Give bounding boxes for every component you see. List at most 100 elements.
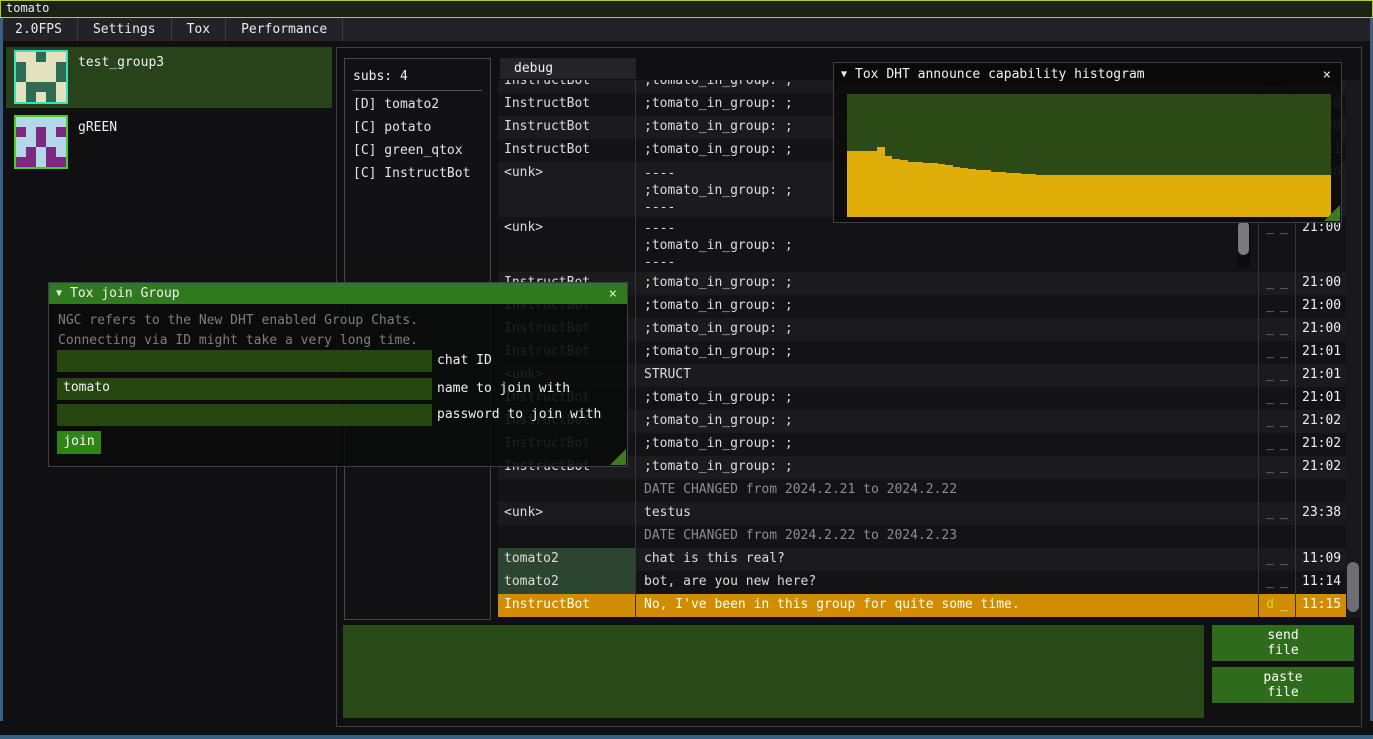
system-row[interactable]: DATE CHANGED from 2024.2.22 to 2024.2.23: [498, 525, 1346, 548]
chat-scrollbar-thumb[interactable]: [1347, 562, 1359, 612]
message-text: ;tomato_in_group: ;: [636, 318, 1258, 341]
message-timestamp: 21:01: [1295, 341, 1346, 364]
menu-item-performance[interactable]: Performance: [226, 18, 343, 41]
message-timestamp: 21:00: [1295, 318, 1346, 341]
message-author: InstructBot: [498, 116, 636, 139]
message-row[interactable]: <unk>testus__23:38: [498, 502, 1346, 525]
avatar-pixel: [16, 157, 26, 167]
avatar-pixel: [16, 137, 26, 147]
name-to-join-with-input[interactable]: tomato: [57, 378, 432, 400]
avatar-pixel: [16, 52, 26, 62]
message-author: <unk>: [498, 502, 636, 525]
resize-grip-icon[interactable]: [1324, 205, 1340, 221]
status-mark: _: [1280, 413, 1288, 433]
status-mark: _: [1280, 436, 1288, 456]
member-list-item[interactable]: [C] green_qtox: [353, 139, 482, 162]
histogram-bar: [930, 163, 938, 217]
message-scrollbar[interactable]: [1237, 219, 1250, 269]
paste-file-button[interactable]: pastefile: [1212, 667, 1354, 703]
menu-item-tox[interactable]: Tox: [172, 18, 226, 41]
info-line: Connecting via ID might take a very long…: [58, 331, 418, 351]
close-icon[interactable]: ×: [1320, 67, 1334, 83]
message-text: STRUCT: [636, 364, 1258, 387]
message-status: __: [1258, 387, 1295, 410]
avatar-pixel: [56, 92, 66, 102]
subs-count-label: subs: 4: [353, 67, 482, 87]
message-status: __: [1258, 433, 1295, 456]
message-timestamp: 21:01: [1295, 387, 1346, 410]
member-list-item[interactable]: [C] potato: [353, 116, 482, 139]
avatar-pixel: [26, 92, 36, 102]
message-row[interactable]: InstructBotNo, I've been in this group f…: [498, 594, 1346, 617]
histogram-bar: [1233, 175, 1241, 217]
menu-item-2-0fps[interactable]: 2.0FPS: [0, 18, 78, 41]
status-mark: _: [1266, 505, 1274, 525]
chat-scrollbar[interactable]: [1346, 80, 1360, 618]
avatar-pixel: [36, 117, 46, 127]
member-list-item[interactable]: [D] tomato2: [353, 93, 482, 116]
resize-grip-icon[interactable]: [610, 449, 626, 465]
message-timestamp: 23:38: [1295, 502, 1346, 525]
join-group-titlebar[interactable]: ▼ Tox join Group ×: [49, 283, 627, 304]
avatar-pixel: [46, 62, 56, 72]
join-button[interactable]: join: [57, 431, 101, 454]
avatar-pixel: [36, 62, 46, 72]
histogram-bar: [1036, 175, 1044, 217]
message-text: ;tomato_in_group: ;: [636, 295, 1258, 318]
dht-histogram-titlebar[interactable]: ▼ Tox DHT announce capability histogram …: [834, 63, 1341, 86]
dht-histogram-title: Tox DHT announce capability histogram: [855, 67, 1312, 82]
info-line: NGC refers to the New DHT enabled Group …: [58, 311, 418, 331]
tab-debug[interactable]: debug: [500, 58, 636, 79]
message-author: [498, 479, 636, 502]
menu-item-settings[interactable]: Settings: [78, 18, 172, 41]
message-text: DATE CHANGED from 2024.2.22 to 2024.2.23: [636, 525, 1258, 548]
avatar-pixel: [36, 147, 46, 157]
message-scrollbar-thumb[interactable]: [1238, 221, 1249, 255]
message-timestamp: 21:02: [1295, 433, 1346, 456]
avatar-pixel: [26, 117, 36, 127]
message-timestamp: [1295, 479, 1346, 502]
avatar-pixel: [36, 52, 46, 62]
field-label: name to join with: [437, 378, 570, 400]
member-list-item[interactable]: [C] InstructBot: [353, 162, 482, 185]
status-mark: _: [1266, 321, 1274, 341]
message-timestamp: 11:14: [1295, 571, 1346, 594]
group-name-label: test_group3: [78, 55, 164, 70]
message-author: <unk>: [498, 162, 636, 217]
histogram-bar: [885, 156, 893, 218]
message-text: ;tomato_in_group: ;: [636, 387, 1258, 410]
histogram-bar: [900, 160, 908, 217]
avatar-pixel: [56, 62, 66, 72]
send-file-button[interactable]: sendfile: [1212, 625, 1354, 661]
chat-id-input[interactable]: [57, 350, 432, 372]
avatar-pixel: [26, 147, 36, 157]
collapse-icon[interactable]: ▼: [56, 288, 62, 299]
histogram-bar: [1074, 175, 1082, 217]
message-row[interactable]: <unk>----;tomato_in_group: ;----__21:00: [498, 217, 1346, 272]
dht-histogram-window: ▼ Tox DHT announce capability histogram …: [833, 62, 1342, 223]
system-row[interactable]: DATE CHANGED from 2024.2.21 to 2024.2.22: [498, 479, 1346, 502]
histogram-bar: [923, 163, 931, 217]
message-input[interactable]: [343, 625, 1204, 718]
window-titlebar[interactable]: tomato: [0, 0, 1373, 18]
message-row[interactable]: tomato2chat is this real?__11:09: [498, 548, 1346, 571]
avatar-pixel: [46, 137, 56, 147]
close-icon[interactable]: ×: [606, 286, 620, 302]
status-mark: _: [1280, 505, 1288, 525]
histogram-bar: [968, 169, 976, 217]
message-row[interactable]: tomato2bot, are you new here?__11:14: [498, 571, 1346, 594]
collapse-icon[interactable]: ▼: [841, 69, 847, 80]
sidebar-item-green[interactable]: gREEN: [6, 112, 332, 173]
button-label-line: file: [1267, 643, 1298, 658]
avatar-pixel: [56, 117, 66, 127]
avatar-pixel: [26, 72, 36, 82]
avatar-pixel: [36, 127, 46, 137]
join-group-info: NGC refers to the New DHT enabled Group …: [58, 311, 418, 351]
avatar-pixel: [16, 117, 26, 127]
password-to-join-with-input[interactable]: [57, 404, 432, 426]
member-list: [D] tomato2[C] potato[C] green_qtox[C] I…: [353, 93, 482, 185]
message-timestamp: 11:15: [1295, 594, 1346, 617]
message-text: DATE CHANGED from 2024.2.21 to 2024.2.22: [636, 479, 1258, 502]
message-status: __: [1258, 272, 1295, 295]
sidebar-item-test_group3[interactable]: test_group3: [6, 47, 332, 108]
